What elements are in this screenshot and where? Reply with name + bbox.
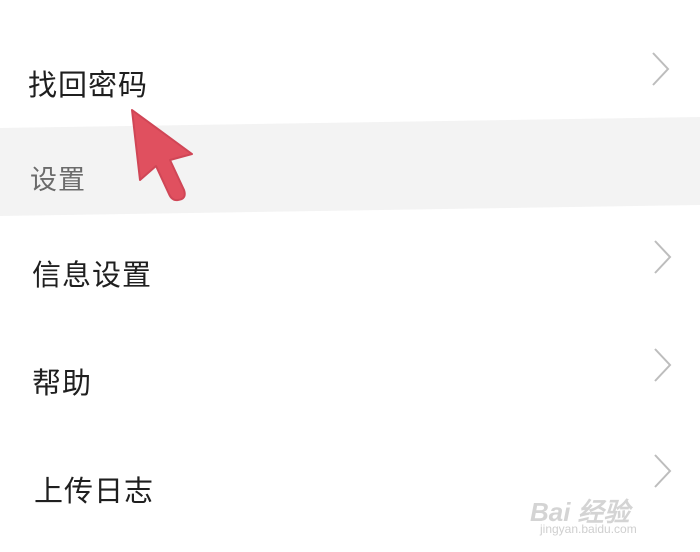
menu-item-label: 找回密码 [28,68,149,102]
watermark: Bai 经验 jingyan.baidu.com [530,492,670,536]
menu-item-label: 上传日志 [34,474,155,508]
menu-item-info-settings[interactable]: 信息设置 [0,216,700,322]
section-header-band [0,117,700,216]
watermark-url: jingyan.baidu.com [540,522,637,536]
menu-item-label: 信息设置 [32,258,153,292]
menu-item-help[interactable]: 帮助 [0,322,700,432]
settings-screen: 找回密码 设置 信息设置 帮助 上传日志 Bai 经验 jingyan.baid… [0,0,700,552]
chevron-right-icon [652,52,670,86]
menu-item-find-password[interactable]: 找回密码 [0,0,700,128]
menu-item-label: 帮助 [32,366,93,400]
section-header-settings: 设置 [30,165,86,196]
chevron-right-icon [654,348,672,382]
chevron-right-icon [654,454,672,488]
chevron-right-icon [654,240,672,274]
red-arrow-icon [131,109,193,202]
